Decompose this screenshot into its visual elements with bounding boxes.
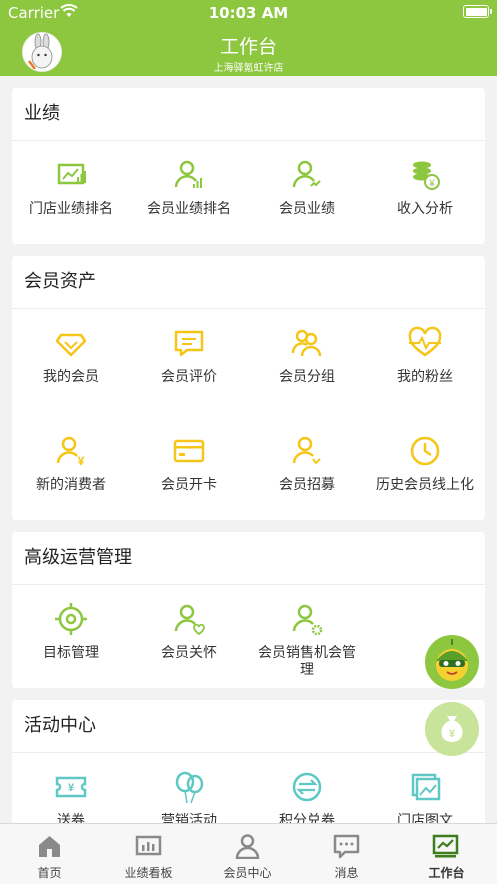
svg-text:¥: ¥ — [78, 454, 85, 468]
clock-time: 10:03 AM — [208, 4, 289, 22]
menu-item-my-fans[interactable]: 我的粉丝 — [366, 309, 484, 417]
user-icon — [235, 834, 260, 859]
menu-item-label: 会员关怀 — [161, 645, 217, 661]
money-bag-float-button[interactable]: ¥ — [425, 702, 479, 756]
dashboard-icon — [135, 835, 162, 856]
clock-icon — [410, 436, 440, 466]
tab-label: 工作台 — [428, 866, 465, 880]
menu-item-target-management[interactable]: 目标管理 — [12, 585, 130, 693]
menu-item-label: 历史会员线上化 — [376, 477, 474, 493]
svg-text:¥: ¥ — [428, 178, 435, 188]
tab-label: 业绩看板 — [124, 866, 173, 880]
navbar: 工作台 上海驿氪虹许店 — [0, 26, 497, 76]
mascot-float-button[interactable] — [425, 635, 479, 689]
menu-item-member-care[interactable]: 会员关怀 — [130, 585, 248, 693]
section-title: 业绩 — [12, 88, 485, 141]
member-settings-icon — [292, 604, 323, 636]
menu-item-label: 我的粉丝 — [397, 369, 453, 385]
menu-item-marketing[interactable]: 营销活动 — [130, 753, 248, 823]
page-title: 工作台 — [219, 36, 277, 58]
svg-text:¥: ¥ — [449, 728, 456, 740]
menu-item-label: 收入分析 — [397, 201, 453, 217]
menu-item-my-members[interactable]: 我的会员 — [12, 309, 130, 417]
tab-home[interactable]: 首页 — [0, 824, 99, 884]
menu-item-label: 门店业绩排名 — [29, 201, 113, 217]
card-icon — [173, 439, 205, 463]
menu-item-points-exchange[interactable]: 积分兑券 — [248, 753, 366, 823]
section-title: 活动中心 — [12, 700, 485, 753]
tab-label: 首页 — [37, 866, 62, 880]
home-icon — [39, 836, 60, 857]
svg-text:¥: ¥ — [68, 782, 75, 794]
section-title: 会员资产 — [12, 256, 485, 309]
recruit-icon — [292, 436, 321, 465]
menu-item-label: 会员评价 — [161, 369, 217, 385]
section-title: 高级运营管理 — [12, 532, 485, 585]
store-name: 上海驿氪虹许店 — [213, 63, 284, 74]
message-icon — [333, 834, 360, 859]
menu-item-new-consumers[interactable]: ¥ 新的消费者 — [12, 417, 130, 525]
image-icon — [411, 773, 441, 801]
tab-label: 消息 — [334, 866, 359, 880]
section-member-assets: 会员资产 我的会员 会员评价 会员分组 我的粉丝 ¥ 新的消费者 会员开卡 会员… — [12, 256, 485, 520]
menu-item-store-posts[interactable]: 门店图文 — [366, 753, 484, 823]
member-performance-icon — [292, 160, 321, 188]
member-care-icon — [174, 604, 205, 636]
tab-label: 会员中心 — [223, 866, 272, 880]
exchange-icon — [292, 772, 322, 802]
diamond-icon — [55, 333, 87, 357]
tab-member-center[interactable]: 会员中心 — [198, 824, 297, 884]
menu-item-label: 我的会员 — [43, 369, 99, 385]
menu-item-label: 会员开卡 — [161, 477, 217, 493]
section-performance: 业绩 门店业绩排名 会员业绩排名 会员业绩 ¥ 收入分析 — [12, 88, 485, 244]
menu-item-revenue-analysis[interactable]: ¥ 收入分析 — [366, 141, 484, 249]
menu-item-member-groups[interactable]: 会员分组 — [248, 309, 366, 417]
menu-item-sales-opportunity[interactable]: 会员销售机会管理 — [248, 585, 366, 693]
menu-item-store-ranking[interactable]: 门店业绩排名 — [12, 141, 130, 249]
balloon-icon — [175, 771, 204, 804]
mascot-icon — [436, 639, 468, 681]
menu-item-member-ranking[interactable]: 会员业绩排名 — [130, 141, 248, 249]
heart-pulse-icon — [408, 326, 442, 357]
status-bar: Carrier 10:03 AM — [0, 0, 497, 26]
store-chart-icon — [57, 163, 86, 185]
coupon-icon: ¥ — [55, 776, 87, 798]
section-activity-center: 活动中心 ¥ 送券 营销活动 积分兑券 门店图文 — [12, 700, 485, 823]
menu-item-member-reviews[interactable]: 会员评价 — [130, 309, 248, 417]
menu-item-member-recruit[interactable]: 会员招募 — [248, 417, 366, 525]
menu-item-label: 会员销售机会管理 — [258, 645, 356, 678]
menu-item-label: 目标管理 — [43, 645, 99, 661]
menu-item-label: 积分兑券 — [279, 813, 335, 823]
workbench-content: 业绩 门店业绩排名 会员业绩排名 会员业绩 ¥ 收入分析 会员资产 我的会员 会… — [0, 76, 497, 823]
tab-messages[interactable]: 消息 — [297, 824, 396, 884]
tab-dashboard[interactable]: 业绩看板 — [99, 824, 198, 884]
money-bag-icon: ¥ — [441, 716, 463, 742]
group-icon — [291, 329, 322, 357]
menu-item-history-online[interactable]: 历史会员线上化 — [366, 417, 484, 525]
new-consumer-icon: ¥ — [56, 436, 85, 468]
tab-workbench[interactable]: 工作台 — [396, 824, 497, 884]
menu-item-label: 营销活动 — [161, 813, 217, 823]
menu-item-label: 会员招募 — [279, 477, 335, 493]
menu-item-send-coupon[interactable]: ¥ 送券 — [12, 753, 130, 823]
member-rank-icon — [174, 160, 202, 188]
tab-bar: 首页 业绩看板 会员中心 消息 工作台 — [0, 823, 497, 884]
menu-item-label: 会员分组 — [279, 369, 335, 385]
menu-item-member-performance[interactable]: 会员业绩 — [248, 141, 366, 249]
section-advanced-ops: 高级运营管理 目标管理 会员关怀 会员销售机会管理 — [12, 532, 485, 688]
menu-item-label: 会员业绩 — [279, 201, 335, 217]
menu-item-label: 门店图文 — [397, 813, 453, 823]
menu-item-label: 会员业绩排名 — [147, 201, 231, 217]
menu-item-label: 送券 — [57, 813, 85, 823]
battery-icon — [463, 5, 492, 18]
menu-item-label: 新的消费者 — [36, 477, 106, 493]
target-icon — [55, 603, 87, 635]
menu-item-card-opening[interactable]: 会员开卡 — [130, 417, 248, 525]
coin-stack-icon: ¥ — [413, 161, 440, 190]
comment-icon — [174, 330, 204, 357]
workbench-icon — [432, 834, 459, 858]
